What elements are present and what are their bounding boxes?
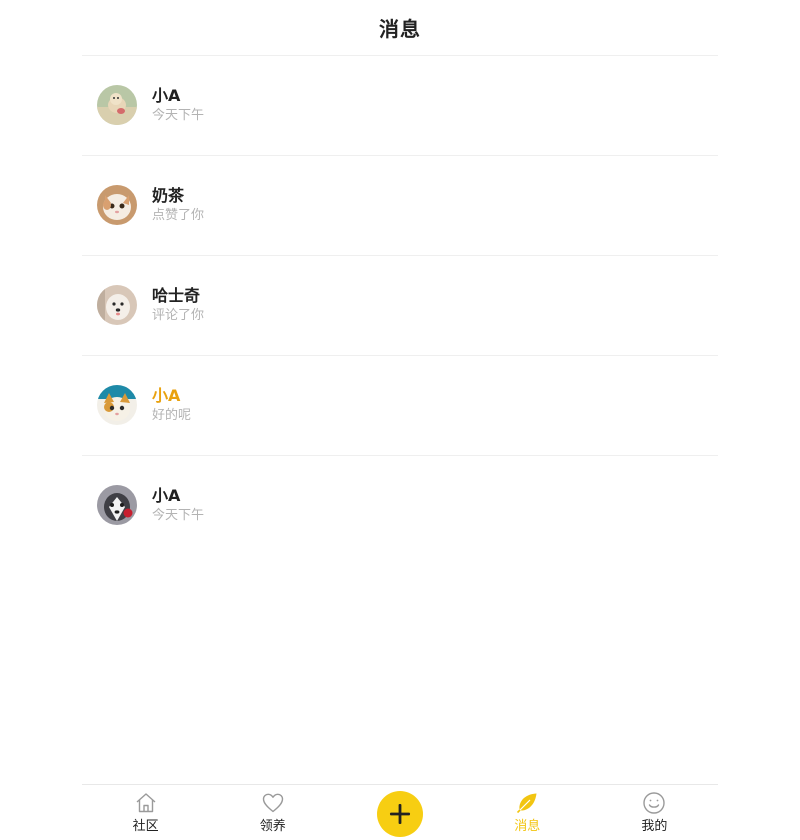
- tab-adopt[interactable]: 领养: [209, 785, 336, 840]
- message-item[interactable]: 哈士奇 评论了你: [82, 256, 718, 356]
- message-name: 小A: [152, 386, 181, 405]
- avatar[interactable]: [97, 185, 137, 225]
- message-name: 小A: [152, 486, 181, 505]
- message-item[interactable]: 奶茶 点赞了你: [82, 156, 718, 256]
- message-name: 奶茶: [152, 186, 185, 205]
- smile-icon: [642, 791, 666, 815]
- message-subtitle: 今天下午: [152, 508, 205, 523]
- tab-community[interactable]: 社区: [82, 785, 209, 840]
- tab-bar: 社区 领养 消息 我的: [82, 784, 718, 840]
- tab-messages[interactable]: 消息: [464, 785, 591, 840]
- avatar[interactable]: [97, 285, 137, 325]
- plus-icon: [390, 803, 410, 824]
- message-item[interactable]: 小A 好的呢: [82, 356, 718, 456]
- home-icon: [134, 791, 158, 815]
- message-subtitle: 今天下午: [152, 108, 205, 123]
- message-name: 小A: [152, 86, 181, 105]
- header: 消息: [82, 0, 718, 56]
- avatar[interactable]: [97, 485, 137, 525]
- message-item[interactable]: 小A 今天下午: [82, 456, 718, 556]
- page-title: 消息: [379, 17, 421, 41]
- message-item[interactable]: 小A 今天下午: [82, 56, 718, 156]
- message-list: 小A 今天下午 奶茶 点赞了你 哈士奇 评论了你 小A 好的呢 小A 今天下午: [82, 56, 718, 556]
- heart-icon: [261, 791, 285, 815]
- leaf-icon: [515, 791, 539, 815]
- add-button[interactable]: [377, 790, 423, 837]
- message-subtitle: 评论了你: [152, 308, 205, 323]
- message-subtitle: 点赞了你: [152, 208, 205, 223]
- tab-profile[interactable]: 我的: [591, 785, 718, 840]
- avatar[interactable]: [97, 85, 137, 125]
- message-name: 哈士奇: [152, 286, 201, 305]
- tab-label: 社区: [132, 819, 159, 834]
- app: 消息 小A 今天下午 奶茶 点赞了你 哈士奇 评论了你 小A 好的呢 小A 今天…: [0, 0, 800, 840]
- tab-label: 我的: [641, 819, 668, 834]
- tab-add[interactable]: [336, 785, 463, 840]
- avatar[interactable]: [97, 385, 137, 425]
- message-subtitle: 好的呢: [152, 408, 192, 423]
- tab-label: 消息: [514, 819, 541, 834]
- tab-label: 领养: [259, 819, 286, 834]
